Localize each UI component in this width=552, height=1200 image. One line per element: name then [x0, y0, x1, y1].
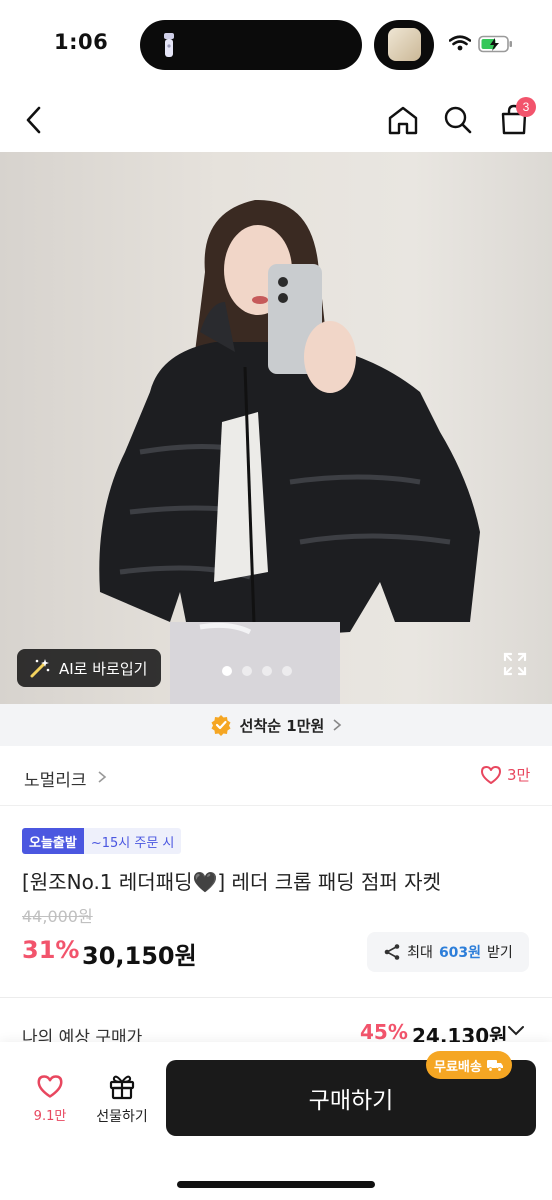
back-button[interactable]: [14, 100, 54, 140]
bottom-action-bar: 9.1만 선물하기 구매하기 무료배송: [0, 1042, 552, 1200]
original-price: 44,000원: [22, 907, 93, 926]
expand-icon[interactable]: [503, 652, 527, 676]
heart-icon: [37, 1075, 63, 1098]
today-shipping-tag: 오늘출발: [22, 828, 84, 854]
truck-icon: [486, 1060, 503, 1072]
wishlist-count: 9.1만: [33, 1109, 67, 1124]
chevron-left-icon: [26, 106, 41, 134]
first-come-coupon-banner[interactable]: 선착순 1만원: [0, 704, 552, 746]
carousel-dots: [222, 666, 292, 676]
brand-like-count: 3만: [507, 766, 531, 784]
brand-like-button[interactable]: 3만: [480, 764, 530, 785]
chevron-down-icon[interactable]: [507, 1025, 525, 1037]
gift-icon: [109, 1075, 135, 1100]
ai-try-on-label: AI로 바로입기: [59, 659, 148, 678]
app-thumbnail: [388, 28, 421, 61]
home-icon: [388, 106, 418, 135]
top-navigation: 3: [0, 88, 552, 152]
chevron-right-icon: [98, 771, 107, 783]
brand-row: 노멀리크 3만: [0, 746, 552, 806]
carousel-dot[interactable]: [222, 666, 232, 676]
cart-count-badge: 3: [516, 97, 536, 117]
product-photo: [99, 199, 481, 704]
carousel-dot[interactable]: [262, 666, 272, 676]
coupon-amount: 603원: [438, 945, 482, 961]
carousel-dot[interactable]: [242, 666, 252, 676]
battery-icon: [478, 35, 512, 53]
status-time: 1:06: [54, 30, 109, 54]
flashlight-icon: [164, 33, 174, 57]
gift-label: 선물하기: [96, 1109, 148, 1125]
heart-icon: [481, 765, 501, 784]
coupon-prefix: 최대: [407, 945, 433, 961]
magic-wand-icon: [30, 659, 50, 678]
expected-discount-rate: 45%: [360, 1020, 408, 1044]
coupon-suffix: 받기: [487, 945, 513, 961]
carousel-dot[interactable]: [282, 666, 292, 676]
product-image-carousel[interactable]: AI로 바로입기: [0, 152, 552, 704]
order-cutoff-tag: ~15시 주문 시: [83, 828, 182, 854]
product-title: [원조No.1 레더패딩🖤] 레더 크롭 패딩 점퍼 자켓: [22, 870, 441, 894]
search-button[interactable]: [438, 100, 478, 140]
section-divider: [0, 997, 552, 998]
wishlist-button[interactable]: 9.1만: [24, 1074, 76, 1124]
dynamic-island: [140, 20, 362, 70]
verified-badge-icon: [211, 715, 231, 736]
status-bar: 1:06: [0, 0, 552, 88]
discount-rate: 31%: [22, 936, 80, 964]
brand-name-link[interactable]: 노멀리크: [24, 766, 87, 791]
live-activity-app[interactable]: [374, 20, 434, 70]
chevron-right-icon: [333, 719, 342, 731]
home-indicator: [177, 1181, 375, 1188]
free-shipping-label: 무료배송: [434, 1059, 482, 1075]
ai-try-on-button[interactable]: AI로 바로입기: [17, 649, 162, 687]
sale-price: 30,150원: [82, 942, 197, 970]
coupon-banner-label: 선착순 1만원: [239, 716, 325, 735]
delivery-tags: 오늘출발 ~15시 주문 시: [22, 828, 182, 854]
coupon-download-button[interactable]: 최대 603원 받기: [367, 932, 529, 972]
free-shipping-badge: 무료배송: [426, 1051, 512, 1079]
search-icon: [444, 106, 472, 134]
gift-button[interactable]: 선물하기: [92, 1072, 152, 1126]
cart-button[interactable]: 3: [494, 97, 536, 140]
wifi-icon: [449, 35, 471, 51]
share-icon: [384, 944, 400, 960]
home-button[interactable]: [383, 100, 423, 140]
